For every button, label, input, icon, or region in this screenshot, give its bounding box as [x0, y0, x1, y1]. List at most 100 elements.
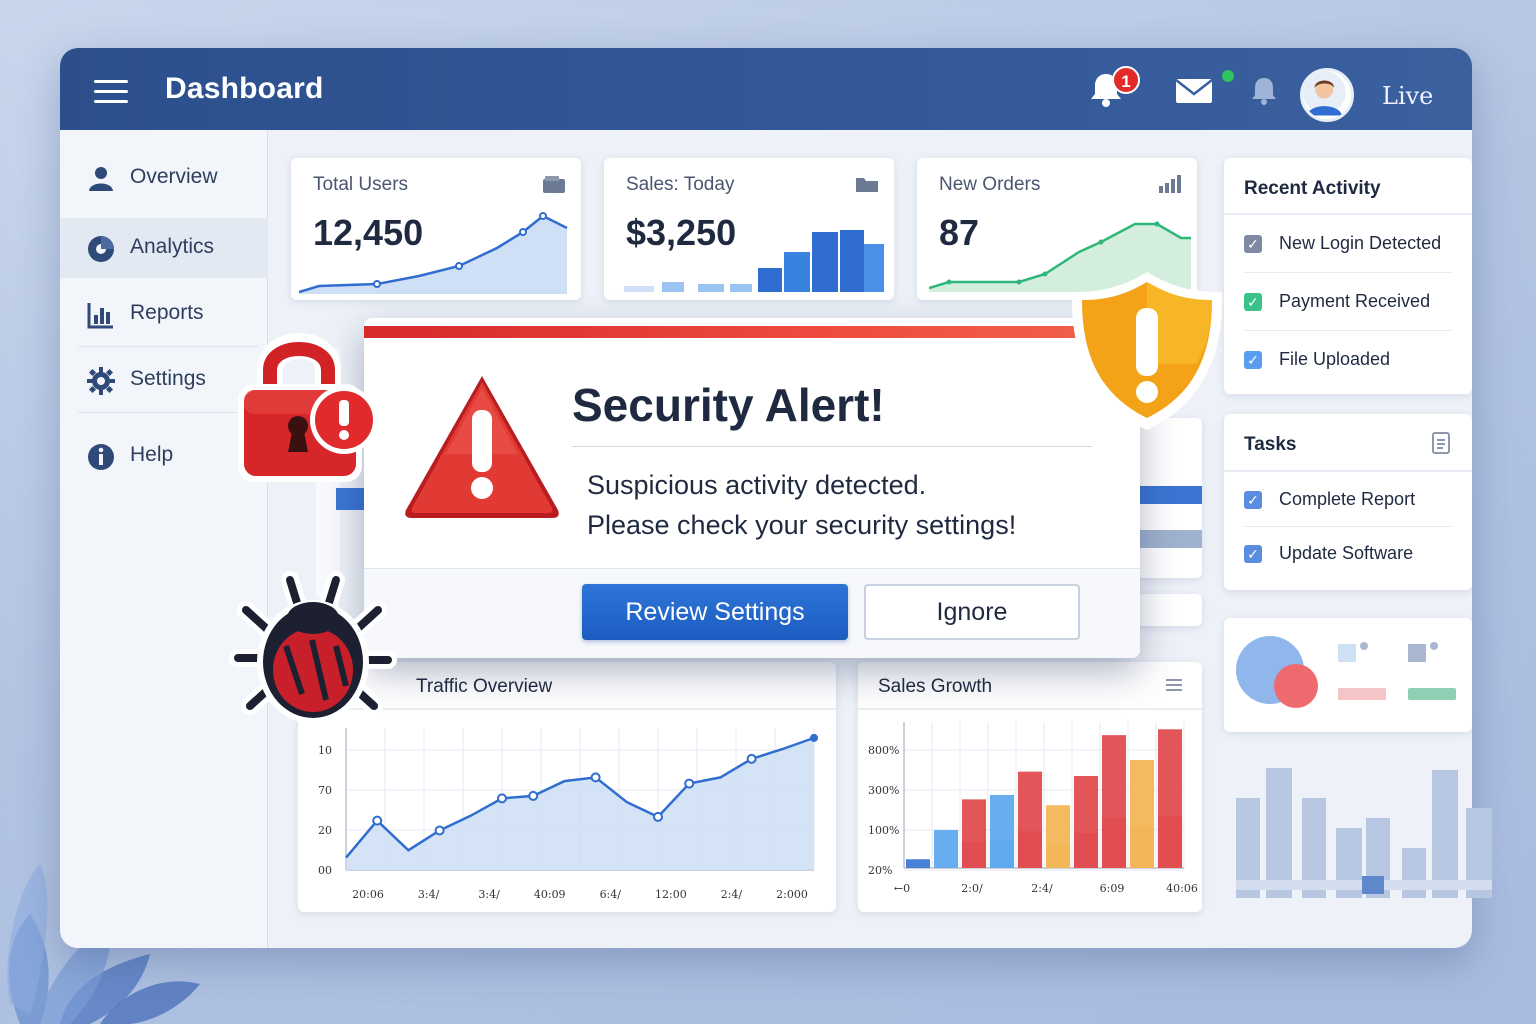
stat-label: Sales: Today	[626, 174, 735, 195]
alert-title-divider	[572, 446, 1092, 447]
summary-pie-chart	[1236, 636, 1456, 708]
y-tick-label: 100%	[868, 824, 899, 837]
gear-icon	[87, 367, 115, 395]
panel-divider	[1224, 213, 1472, 215]
check-icon: ✓	[1244, 293, 1262, 311]
chart-title: Sales Growth	[878, 676, 993, 697]
x-tick-label: 3:4/	[418, 888, 440, 901]
sidebar-item-overview[interactable]: Overview	[60, 148, 268, 208]
menu-icon[interactable]	[94, 80, 128, 103]
x-tick-label: 2:000	[776, 888, 808, 901]
stat-label: Total Users	[313, 174, 409, 195]
sidebar-item-label: Help	[130, 443, 174, 466]
padlock-alert-icon	[238, 333, 378, 482]
data-point	[653, 811, 663, 822]
activity-label: Payment Received	[1279, 291, 1431, 311]
bar-shade	[1129, 826, 1155, 868]
recent-activity-panel: Recent Activity ✓ New Login Detected ✓ P…	[1224, 158, 1472, 394]
summary-mini-panel	[1224, 618, 1472, 732]
notification-badge: 1	[1112, 66, 1140, 94]
y-tick-label: 10	[318, 744, 332, 757]
data-point	[684, 778, 695, 789]
nav-divider	[78, 346, 258, 347]
alerts-bell-icon[interactable]	[1242, 70, 1286, 110]
chart-title: Traffic Overview	[416, 676, 553, 697]
sales-growth-chart: Sales Growth 800% 300% 100% 20% ←0 2:0/2:4/6:…	[858, 662, 1202, 912]
user-avatar[interactable]	[1300, 68, 1354, 122]
sidebar-item-label: Analytics	[130, 235, 215, 258]
users-sparkline	[299, 212, 568, 294]
help-icon	[88, 444, 114, 470]
warning-triangle-icon	[405, 376, 559, 518]
alert-message-line-1: Suspicious activity detected.	[587, 470, 927, 500]
x-tick-label: 40:09	[534, 888, 566, 901]
background-bar-decoration	[1236, 768, 1492, 898]
panel-title: Recent Activity	[1244, 178, 1381, 199]
bar	[905, 859, 931, 868]
data-point	[590, 772, 601, 783]
stat-label: New Orders	[939, 174, 1041, 195]
bar-chart-icon	[1159, 175, 1181, 193]
x-tick-label: 12:00	[655, 888, 687, 901]
ignore-button[interactable]: Ignore	[864, 584, 1080, 640]
task-label: Complete Report	[1279, 489, 1416, 509]
live-status-label: Live	[1382, 82, 1434, 110]
y-tick-label: 70	[318, 784, 332, 797]
page-title: Dashboard	[165, 72, 324, 105]
x-tick-label: ←0	[894, 882, 910, 895]
y-tick-label: 300%	[868, 784, 899, 797]
sidebar-item-analytics[interactable]: Analytics	[60, 218, 268, 278]
online-status-dot	[1222, 70, 1234, 82]
activity-label: New Login Detected	[1279, 233, 1442, 253]
bar-shade	[1073, 833, 1099, 868]
x-tick-label: 2:0/	[961, 882, 983, 895]
y-tick-label: 20	[318, 824, 332, 837]
bar	[933, 830, 959, 868]
row-divider	[1244, 330, 1452, 331]
document-icon[interactable]	[1432, 432, 1450, 454]
sidebar-item-label: Settings	[130, 367, 206, 390]
alert-message-line-2: Please check your security settings!	[587, 510, 1017, 540]
x-tick-label: 3:4/	[478, 888, 500, 901]
wallet-icon	[543, 176, 565, 193]
security-alert-dialog: Security Alert! Suspicious activity dete…	[364, 318, 1140, 658]
alert-accent-bar	[364, 318, 1140, 340]
tasks-panel: Tasks ✓ Complete Report ✓ Update Softwar…	[1224, 414, 1472, 590]
data-point	[434, 825, 445, 836]
list-icon[interactable]	[1166, 678, 1182, 692]
row-divider	[1244, 526, 1452, 527]
x-tick-label: 20:06	[352, 888, 384, 901]
y-tick-label: 20%	[868, 864, 892, 877]
sidebar-item-label: Reports	[130, 301, 204, 324]
traffic-line-chart: 10 70 20 00 20:06 3:4/3:4/40:09 6:4/12:00 2:4/2…	[318, 728, 818, 901]
row-divider	[1244, 272, 1452, 273]
x-tick-label: 2:4/	[721, 888, 743, 901]
task-label: Update Software	[1279, 543, 1414, 563]
background-bar	[336, 488, 366, 510]
analytics-icon	[88, 236, 114, 262]
data-point	[528, 790, 539, 801]
review-settings-button[interactable]: Review Settings	[582, 584, 848, 640]
bar-shade	[961, 841, 987, 868]
panel-divider	[1224, 470, 1472, 472]
activity-label: File Uploaded	[1279, 349, 1391, 369]
reports-icon	[87, 303, 113, 329]
top-bar: Dashboard 1 Live	[60, 48, 1472, 130]
sidebar: Overview Analytics Reports Settings Help	[60, 130, 268, 948]
bar-shade	[1101, 817, 1127, 868]
folder-icon	[856, 178, 878, 192]
stat-card-total-users[interactable]: Total Users 12,450	[291, 158, 581, 300]
sales-bar-sparkline	[624, 230, 884, 292]
mail-icon[interactable]	[1172, 70, 1216, 110]
data-point	[746, 753, 757, 764]
data-point	[497, 793, 507, 804]
check-icon: ✓	[1244, 351, 1262, 369]
x-tick-label: 6:09	[1100, 882, 1125, 895]
shield-warning-icon	[1071, 272, 1223, 430]
stat-card-sales-today[interactable]: Sales: Today $3,250	[604, 158, 894, 300]
x-tick-label: 6:4/	[600, 888, 622, 901]
sidebar-item-label: Overview	[130, 165, 218, 188]
bar-shade	[989, 840, 1015, 868]
sales-bar-chart: 800% 300% 100% 20%←0 2:0/2:4/6:09 40:06	[868, 722, 1198, 895]
alert-title: Security Alert!	[572, 379, 885, 431]
